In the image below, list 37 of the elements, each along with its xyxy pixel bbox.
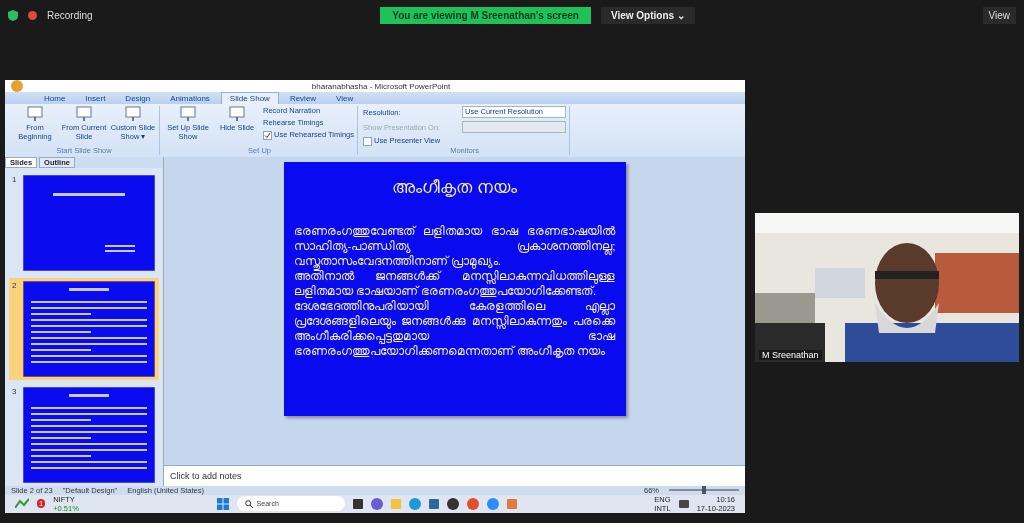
participant-name: M Sreenathan <box>759 350 822 360</box>
slide-thumbnail[interactable] <box>23 174 155 271</box>
slide-number: 3 <box>12 386 18 398</box>
slide-number: 2 <box>12 280 18 292</box>
notes-field[interactable]: Click to add notes <box>164 464 745 486</box>
ribbon-tab[interactable]: Animations <box>161 92 219 104</box>
viewing-banner: You are viewing M Sreenathan's screen <box>380 6 591 24</box>
slideshow-icon <box>27 106 43 122</box>
chart-icon <box>15 497 29 508</box>
ribbon-tab[interactable]: Home <box>35 92 75 104</box>
ribbon-tab[interactable]: Slide Show <box>220 92 279 104</box>
slide-paragraph: ഭരണരംഗത്തുവേണ്ടത് ലളിതമായ ഭാഷ ഭരണഭാഷയിൽ സാഹിത്യ-പാണ്ഡിത്യ പ്രകാശനത്തിനല്ല; വസ്തുതാസംവേദനത്തിനാണ് പ്രാമുഖ്യം. <box>293 223 616 269</box>
slideshow-icon <box>229 106 245 122</box>
checkbox-icon[interactable] <box>363 136 373 146</box>
slideshow-icon <box>180 106 196 122</box>
ribbon-tab[interactable]: Design <box>116 92 160 104</box>
windows-start-icon[interactable] <box>216 497 229 510</box>
ribbon-tab[interactable]: View <box>327 92 363 104</box>
recording-label: Recording <box>47 9 93 21</box>
slide-thumbnail[interactable] <box>23 386 155 483</box>
slide-number: 1 <box>12 174 18 186</box>
slide-paragraph: അതിനാൽ ജനങ്ങൾക്ക് മനസ്സിലാകുന്നവിധത്തിലുള്ള ലളിതമായ ഭാഷയാണ് ഭരണരംഗത്തുപയോഗിക്കേണ്ടത്. <box>293 269 616 299</box>
search-icon <box>244 499 253 508</box>
ribbon-tab[interactable]: Insert <box>76 92 115 104</box>
view-options-button[interactable]: View Options ⌄ <box>600 6 695 24</box>
view-button[interactable]: View <box>982 6 1016 24</box>
shield-icon <box>8 9 18 21</box>
slideshow-icon <box>125 106 141 122</box>
slider-thumb[interactable] <box>702 486 706 494</box>
window-title: bharanabhasha - Microsoft PowerPoint <box>311 81 451 91</box>
slide-thumbnail[interactable] <box>23 280 155 377</box>
slide-title: അംഗീകൃത നയം <box>391 177 518 198</box>
slideshow-icon <box>76 106 92 122</box>
record-icon <box>28 10 37 20</box>
slide-paragraph: ദേശഭേദത്തിനുപരിയായി കേരളത്തിലെ എല്ലാ പ്രദേശങ്ങളിലെയും ജനങ്ങൾക്കു മനസ്സിലാകുന്നതും പരക്കെ അംഗീകരിക്കപ്പെട്ടതുമായ ഭാഷ ഭരണരംഗത്തുപയോഗിക്കണമെന്നതാണ് അംഗീകൃത നയം <box>293 298 616 359</box>
ribbon-tab[interactable]: Review <box>280 92 326 104</box>
checkbox-icon[interactable] <box>263 130 272 140</box>
